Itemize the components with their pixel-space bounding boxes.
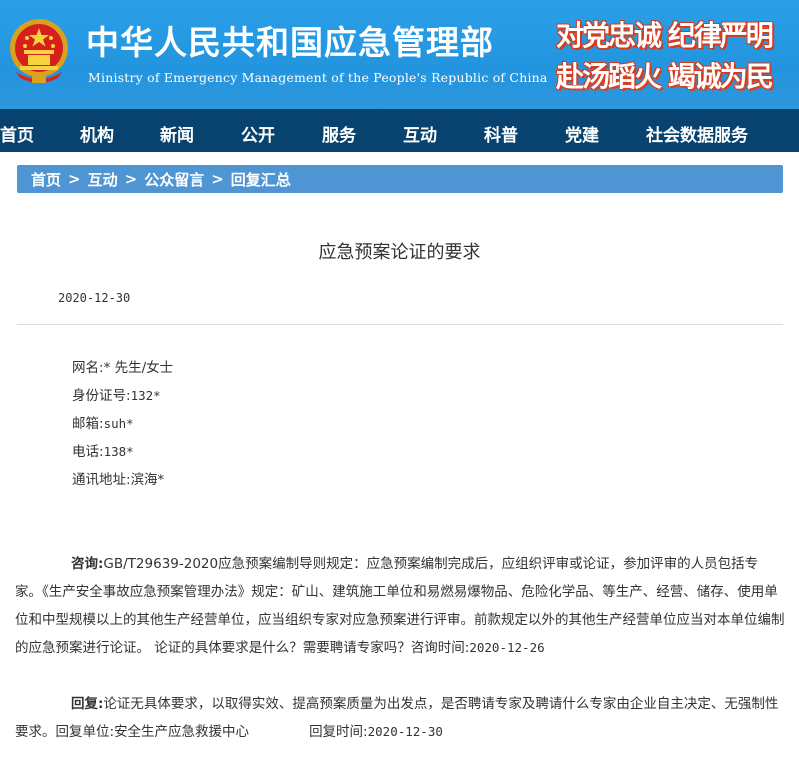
name-label: 网名: xyxy=(72,360,104,376)
question-paragraph: 咨询:GB/T29639-2020应急预案编制导则规定：应急预案编制完成后，应组… xyxy=(15,550,785,662)
phone-label: 电话: xyxy=(72,444,104,460)
article-date: 2020-12-30 xyxy=(58,291,131,305)
info-row-name: 网名:* 先生/女士 xyxy=(72,358,173,386)
question-time-label: 咨询时间: xyxy=(410,640,470,656)
nav-item-services[interactable]: 服务 xyxy=(322,121,356,146)
breadcrumb-interaction[interactable]: 互动 xyxy=(88,169,118,190)
info-row-email: 邮箱:suh* xyxy=(72,414,173,442)
breadcrumb-reply-summary[interactable]: 回复汇总 xyxy=(231,169,291,190)
nav-item-party[interactable]: 党建 xyxy=(565,121,599,146)
nav-item-home[interactable]: 首页 xyxy=(0,121,34,146)
site-subtitle: Ministry of Emergency Management of the … xyxy=(88,70,548,85)
nav-item-social-data[interactable]: 社会数据服务 xyxy=(646,121,748,146)
email-value: suh* xyxy=(103,416,134,431)
question-text: GB/T29639-2020应急预案编制导则规定：应急预案编制完成后，应组织评审… xyxy=(15,556,785,656)
breadcrumb-home[interactable]: 首页 xyxy=(31,169,61,190)
id-label: 身份证号: xyxy=(72,388,131,404)
reply-time-label: 回复时间: xyxy=(309,724,368,740)
nav-item-news[interactable]: 新闻 xyxy=(160,121,194,146)
reply-paragraph: 回复:论证无具体要求，以取得实效、提高预案质量为出发点，是否聘请专家及聘请什么专… xyxy=(15,690,785,746)
question-time-value: 2020-12-26 xyxy=(469,640,545,655)
breadcrumb-separator: > xyxy=(68,170,81,188)
reply-time-value: 2020-12-30 xyxy=(367,724,443,739)
reply-unit-value: 安全生产应急救援中心 xyxy=(114,724,250,740)
email-label: 邮箱: xyxy=(72,416,104,432)
info-row-phone: 电话:138* xyxy=(72,442,173,470)
site-title: 中华人民共和国应急管理部 xyxy=(86,23,494,62)
breadcrumb-separator: > xyxy=(124,170,138,188)
id-value: 132* xyxy=(130,388,161,403)
main-nav: 首页 机构 新闻 公开 服务 互动 科普 党建 社会数据服务 xyxy=(0,109,799,152)
nav-item-science[interactable]: 科普 xyxy=(484,121,518,146)
question-label: 咨询: xyxy=(71,556,104,572)
reply-label: 回复: xyxy=(71,696,104,712)
breadcrumb-public-messages[interactable]: 公众留言 xyxy=(144,169,204,190)
breadcrumb: 首页 > 互动 > 公众留言 > 回复汇总 xyxy=(17,165,783,193)
slogan-line-1: 对党忠诚 纪律严明 xyxy=(556,19,774,52)
nav-item-public[interactable]: 公开 xyxy=(241,121,275,146)
name-value: * 先生/女士 xyxy=(103,360,174,376)
nav-item-organization[interactable]: 机构 xyxy=(80,121,114,146)
submitter-info: 网名:* 先生/女士 身份证号:132* 邮箱:suh* 电话:138* 通讯地… xyxy=(72,358,173,498)
breadcrumb-separator: > xyxy=(211,170,224,188)
info-row-address: 通讯地址:滨海* xyxy=(72,470,173,498)
national-emblem-icon xyxy=(10,19,68,83)
info-row-id: 身份证号:132* xyxy=(72,386,173,414)
nav-item-interaction[interactable]: 互动 xyxy=(403,121,437,146)
phone-value: 138* xyxy=(103,444,134,459)
site-header: 中华人民共和国应急管理部 Ministry of Emergency Manag… xyxy=(0,0,799,109)
address-label: 通讯地址: xyxy=(72,472,131,488)
address-value: 滨海* xyxy=(130,472,165,488)
slogan-line-2: 赴汤蹈火 竭诚为民 xyxy=(556,60,774,93)
divider xyxy=(17,324,783,325)
article-title: 应急预案论证的要求 xyxy=(318,242,481,263)
reply-unit-label: 回复单位: xyxy=(55,724,115,740)
